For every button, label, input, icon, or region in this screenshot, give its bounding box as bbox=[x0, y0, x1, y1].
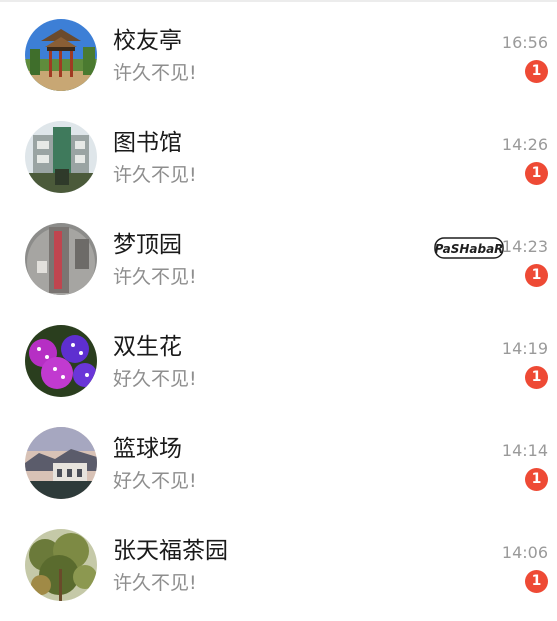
unread-badge: 1 bbox=[525, 570, 548, 593]
avatar[interactable] bbox=[25, 325, 97, 397]
sticker-text: PaSHabaR bbox=[435, 242, 504, 256]
unread-badge: 1 bbox=[525, 162, 548, 185]
conversation-name: 校友亭 bbox=[113, 28, 182, 54]
conversation-name: 梦顶园 bbox=[113, 232, 182, 258]
conversation-item[interactable]: 张天福茶园 许久不见! 14:06 1 bbox=[0, 510, 557, 612]
message-time: 16:56 bbox=[501, 33, 548, 52]
message-time: 14:19 bbox=[501, 339, 548, 358]
avatar[interactable] bbox=[25, 427, 97, 499]
conversation-name: 图书馆 bbox=[113, 130, 182, 156]
avatar[interactable] bbox=[25, 223, 97, 295]
message-preview: 好久不见! bbox=[113, 368, 197, 390]
conversation-item[interactable]: 图书馆 许久不见! 14:26 1 bbox=[0, 102, 557, 204]
sticker-icon: PaSHabaR bbox=[434, 236, 504, 260]
message-time: 14:26 bbox=[501, 135, 548, 154]
conversation-name: 双生花 bbox=[113, 334, 182, 360]
avatar[interactable] bbox=[25, 529, 97, 601]
pavilion-photo-icon bbox=[25, 19, 97, 91]
message-time: 14:23 bbox=[501, 237, 548, 256]
message-time: 14:14 bbox=[501, 441, 548, 460]
conversation-name: 张天福茶园 bbox=[113, 538, 228, 564]
conversation-item[interactable]: 篮球场 好久不见! 14:14 1 bbox=[0, 408, 557, 510]
message-preview: 好久不见! bbox=[113, 470, 197, 492]
message-preview: 许久不见! bbox=[113, 266, 197, 288]
unread-badge: 1 bbox=[525, 60, 548, 83]
unread-badge: 1 bbox=[525, 366, 548, 389]
unread-badge: 1 bbox=[525, 468, 548, 491]
unread-badge: 1 bbox=[525, 264, 548, 287]
message-preview: 许久不见! bbox=[113, 62, 197, 84]
message-time: 14:06 bbox=[501, 543, 548, 562]
conversation-name: 篮球场 bbox=[113, 436, 182, 462]
message-preview: 许久不见! bbox=[113, 572, 197, 594]
conversation-item[interactable]: 双生花 好久不见! 14:19 1 bbox=[0, 306, 557, 408]
message-preview: 许久不见! bbox=[113, 164, 197, 186]
basketball-court-photo-icon bbox=[25, 427, 97, 499]
avatar[interactable] bbox=[25, 19, 97, 91]
tea-garden-photo-icon bbox=[25, 529, 97, 601]
avatar[interactable] bbox=[25, 121, 97, 193]
flowers-photo-icon bbox=[25, 325, 97, 397]
library-photo-icon bbox=[25, 121, 97, 193]
conversation-item[interactable]: 校友亭 许久不见! 16:56 1 bbox=[0, 0, 557, 102]
rock-carving-photo-icon bbox=[25, 223, 97, 295]
